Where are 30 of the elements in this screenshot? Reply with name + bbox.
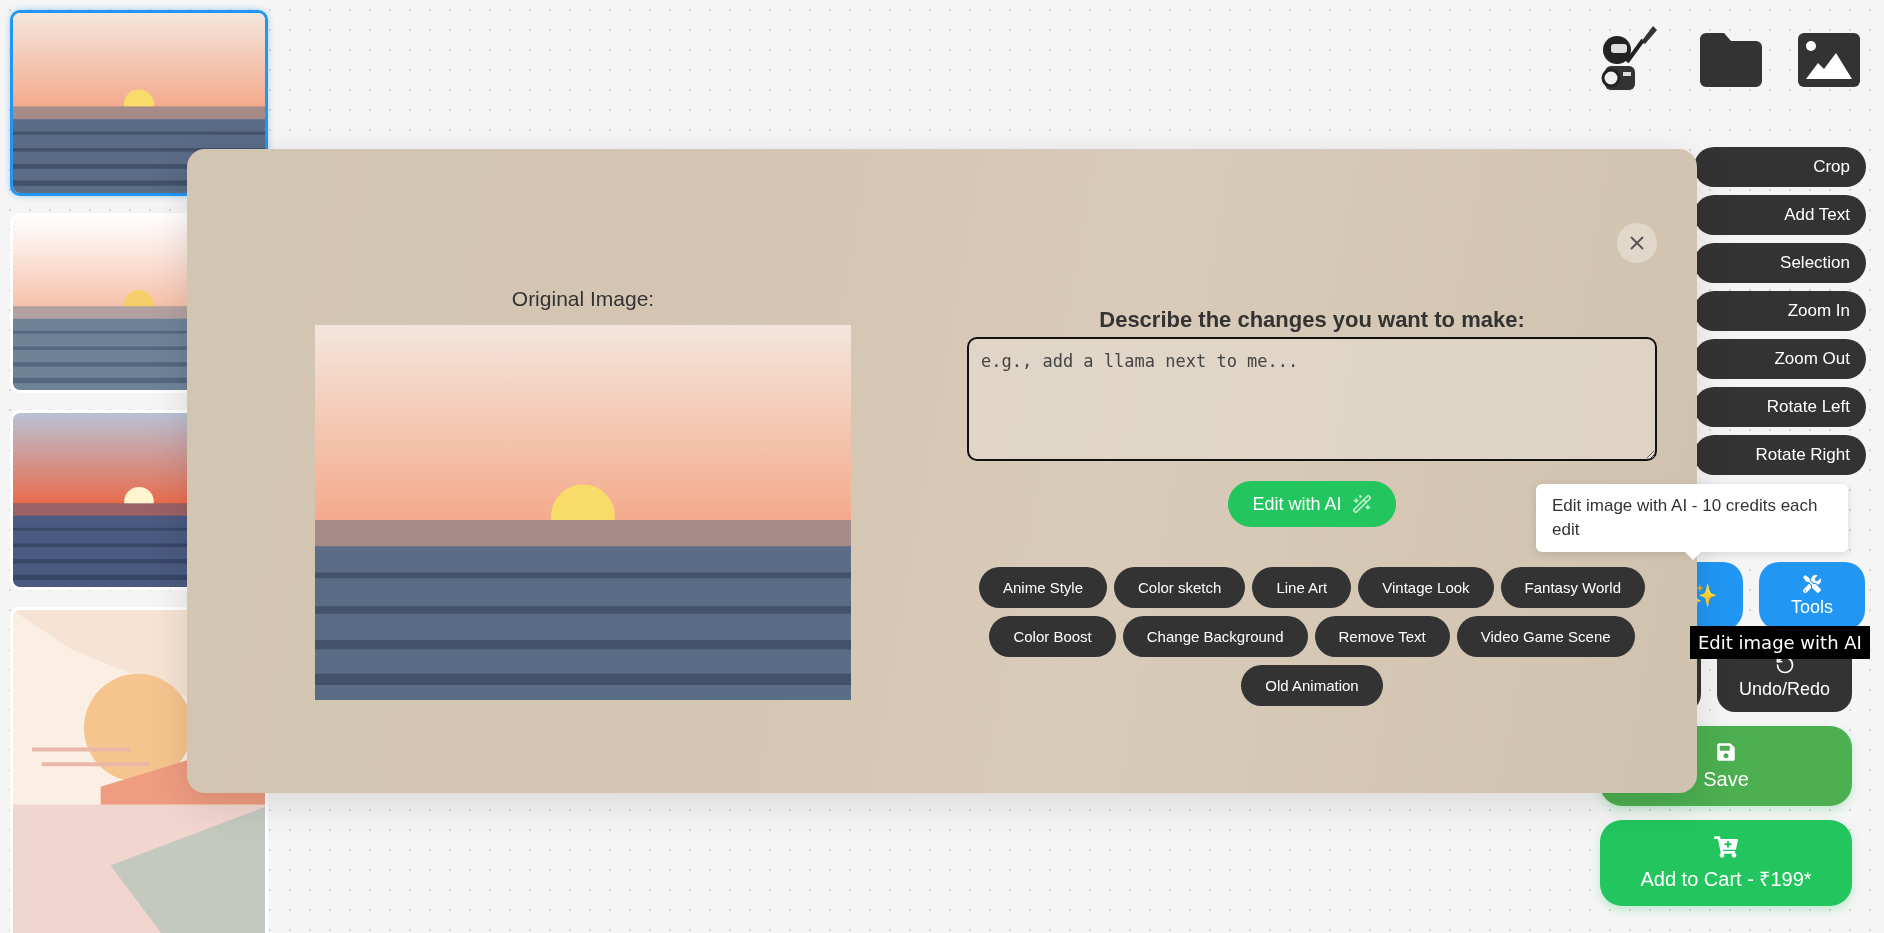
style-preset-button[interactable]: Remove Text — [1314, 616, 1450, 657]
tools-icon — [1803, 574, 1821, 593]
prompt-label: Describe the changes you want to make: — [1099, 307, 1525, 333]
tool-button[interactable]: Crop — [1694, 147, 1866, 187]
tool-button[interactable]: Add Text — [1694, 195, 1866, 235]
original-image-label: Original Image: — [511, 287, 655, 311]
style-preset-button[interactable]: Color sketch — [1114, 567, 1246, 608]
style-preset-button[interactable]: Line Art — [1252, 567, 1352, 608]
tooltip: Edit image with AI — [1690, 626, 1870, 659]
tool-button[interactable]: Selection — [1694, 243, 1866, 283]
style-preset-button[interactable]: Video Game Scene — [1456, 616, 1635, 657]
save-icon — [1716, 741, 1736, 762]
tooltip-arrow — [1685, 552, 1701, 560]
style-preset-button[interactable]: Change Background — [1122, 616, 1308, 657]
style-preset-button[interactable]: Anime Style — [978, 567, 1107, 608]
prompt-field[interactable]: e.g., add a llama next to me... — [967, 337, 1657, 461]
tool-button[interactable]: Rotate Left — [1694, 387, 1866, 427]
style-preset-button[interactable]: Vintage Look — [1358, 567, 1494, 608]
style-preset-button[interactable]: Fantasy World — [1500, 567, 1645, 608]
image-icon[interactable] — [1798, 32, 1860, 87]
folder-icon[interactable] — [1700, 32, 1762, 87]
tool-button[interactable]: Rotate Right — [1694, 435, 1866, 475]
tool-button[interactable]: Zoom Out — [1694, 339, 1866, 379]
tooltip: Edit image with AI - 10 credits each edit — [1536, 484, 1848, 552]
style-preset-button[interactable]: Old Animation — [1241, 665, 1383, 706]
close-button[interactable] — [1617, 223, 1657, 263]
cart-icon — [1714, 834, 1738, 859]
tool-button[interactable]: Zoom In — [1694, 291, 1866, 331]
style-preset-button[interactable]: Color Boost — [989, 616, 1116, 657]
magic-wand-icon — [1351, 494, 1372, 514]
